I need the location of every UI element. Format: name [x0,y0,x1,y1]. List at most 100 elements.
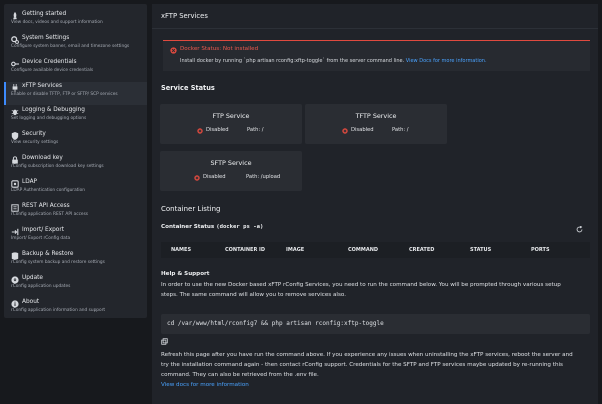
help-refresh-line: command. They can also be retrieved from… [161,372,319,378]
backup-icon [10,251,19,260]
service-path: Path: / [392,127,409,133]
sidebar-item-desc: View docs, videos and support informatio… [11,20,103,25]
ftp-service-card: FTP Service Disabled Path: / [160,104,302,144]
sidebar-item-desc: LDAP Authentication configuration [11,188,85,193]
disabled-x-icon [197,128,203,134]
sidebar-item-desc: rConfig subscription download key settin… [11,164,104,169]
disabled-x-icon [342,128,348,134]
plug-icon [10,83,19,92]
sidebar-item-about[interactable]: About rConfig application information an… [4,298,147,321]
disabled-x-icon [194,175,200,181]
sidebar-item-security[interactable]: Security View security settings [4,130,147,153]
sidebar-item-getting-started[interactable]: Getting started View docs, videos and su… [4,10,147,33]
sidebar-item-ldap[interactable]: LDAP LDAP Authentication configuration [4,178,147,201]
sidebar-item-title: About [22,299,40,305]
sidebar-item-desc: Import/ Export rConfig data [11,236,71,241]
help-intro-line: In order to use the new Docker based xFT… [161,282,561,288]
import-export-icon [10,227,19,236]
bug-icon [10,107,19,116]
copy-icon[interactable] [161,338,168,345]
column-header: CREATED [409,247,435,253]
main-panel: xFTP Services Docker Status: Not install… [152,4,598,404]
info-icon [10,299,19,308]
settings-sidebar: Getting started View docs, videos and su… [4,4,147,318]
column-header: CONTAINER ID [225,247,266,253]
service-status: Disabled [351,127,374,133]
sidebar-item-device-credentials[interactable]: Device Credentials Configure available d… [4,58,147,81]
view-docs-link[interactable]: View Docs for more information. [406,58,487,64]
help-intro-line: steps. The same command will allow you t… [161,292,346,298]
sidebar-item-title: Logging & Debugging [22,107,85,113]
sidebar-item-desc: Configure system banner, email and timez… [11,44,130,49]
help-intro: In order to use the new Docker based xFT… [161,280,561,300]
key-icon [10,59,19,68]
sidebar-item-title: LDAP [22,179,38,185]
container-status-label: Container Status (docker ps -a) [161,224,263,230]
refresh-icon[interactable] [576,226,583,233]
service-path: Path: / [247,127,264,133]
sidebar-item-desc: View security settings [11,140,59,145]
service-name: SFTP Service [210,159,252,167]
service-name: TFTP Service [355,112,397,120]
help-refresh-text: Refresh this page after you have run the… [161,350,573,390]
sidebar-item-rest-api-access[interactable]: REST API Access rConfig application REST… [4,202,147,225]
sidebar-item-title: System Settings [22,35,70,41]
service-name: FTP Service [212,112,250,120]
divider [152,28,598,29]
sidebar-item-title: Import/ Export [22,227,65,233]
sidebar-item-desc: rConfig application REST API access [11,212,89,217]
docker-status-alert: Docker Status: Not installed Install doc… [163,40,590,71]
sidebar-item-title: Backup & Restore [22,251,74,257]
lock-icon [10,155,19,164]
view-docs-link-bottom[interactable]: View docs for more information [161,380,573,390]
sidebar-item-title: Getting started [22,11,67,17]
help-refresh-line: try the installation command again - the… [161,362,563,368]
column-header: NAMES [171,247,192,253]
service-status-title: Service Status [161,84,215,92]
sidebar-item-title: Security [22,131,46,137]
page-title: xFTP Services [161,12,208,20]
sidebar-item-desc: rConfig application information and supp… [11,308,106,313]
alert-message: Install docker by running `php artisan r… [180,58,405,64]
column-header: PORTS [531,247,550,253]
ldap-icon [10,179,19,188]
sidebar-item-desc: rConfig system backup and restore settin… [11,260,105,265]
shield-icon [10,131,19,140]
sidebar-item-system-settings[interactable]: System Settings Configure system banner,… [4,34,147,57]
sidebar-item-logging-debugging[interactable]: Logging & Debugging Set logging and debu… [4,106,147,129]
command-text[interactable]: cd /var/www/html/rconfig7 && php artisan… [167,320,384,327]
sidebar-item-title: Update [22,275,43,281]
service-path: Path: /upload [246,174,281,180]
service-status: Disabled [203,174,226,180]
container-table-header: NAMES CONTAINER ID IMAGE COMMAND CREATED… [161,242,590,258]
column-header: COMMAND [348,247,379,253]
cogs-icon [10,35,19,44]
sidebar-item-download-key[interactable]: Download key rConfig subscription downlo… [4,154,147,177]
sidebar-item-xftp-services[interactable]: xFTP Services Enable or disable TFTP, FT… [4,82,147,105]
sidebar-item-desc: Enable or disable TFTP, FTP or SFTP/ SCP… [11,92,118,97]
update-icon [10,275,19,284]
container-listing-title: Container Listing [161,205,221,213]
sidebar-item-desc: Set logging and debugging options [11,116,87,121]
api-icon [10,203,19,212]
column-header: STATUS [470,247,492,253]
sidebar-item-desc: rConfig application updates [11,284,71,289]
service-status: Disabled [206,127,229,133]
error-circle-icon [170,47,177,54]
sidebar-item-title: Download key [22,155,63,161]
container-status-command: (docker ps -a) [216,224,264,230]
sidebar-item-backup-restore[interactable]: Backup & Restore rConfig system backup a… [4,250,147,273]
sidebar-item-update[interactable]: Update rConfig application updates [4,274,147,297]
sftp-service-card: SFTP Service Disabled Path: /upload [160,151,302,191]
sidebar-item-desc: Configure available device credentials [11,68,94,73]
sidebar-item-title: REST API Access [22,203,70,209]
alert-body: Install docker by running `php artisan r… [180,58,487,64]
help-refresh-line: Refresh this page after you have run the… [161,352,573,358]
help-support-title: Help & Support [161,271,210,277]
sidebar-item-title: Device Credentials [22,59,77,65]
rocket-icon [10,11,19,20]
tftp-service-card: TFTP Service Disabled Path: / [305,104,447,144]
sidebar-item-import-export[interactable]: Import/ Export Import/ Export rConfig da… [4,226,147,249]
sidebar-item-title: xFTP Services [22,83,62,89]
column-header: IMAGE [286,247,305,253]
